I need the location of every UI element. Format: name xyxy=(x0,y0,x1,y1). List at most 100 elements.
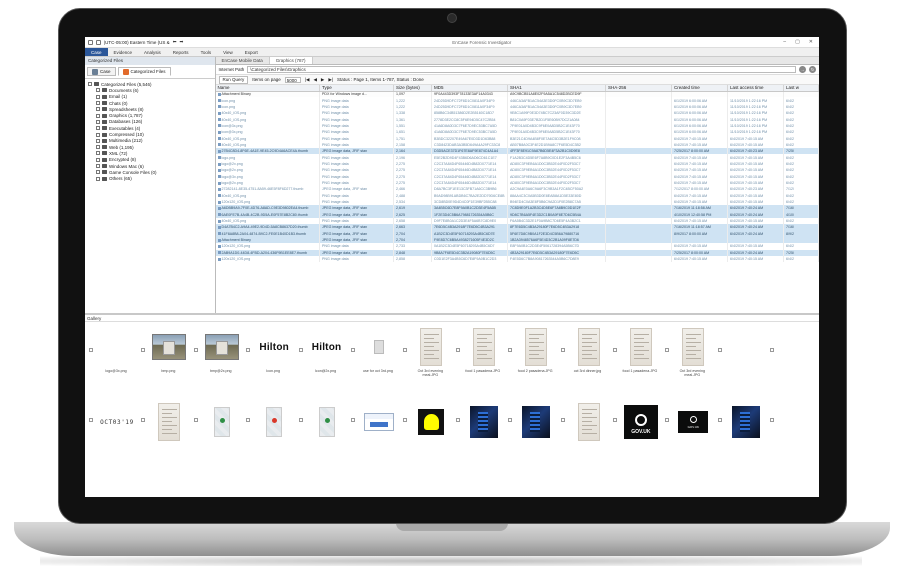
first-page-icon[interactable]: |◀ xyxy=(305,77,310,83)
thumbnail[interactable] xyxy=(518,327,554,367)
gallery-item[interactable] xyxy=(766,324,818,386)
menu-view[interactable]: View xyxy=(217,48,239,56)
gallery-item[interactable] xyxy=(190,399,242,461)
gallery-checkbox[interactable] xyxy=(508,348,513,352)
tree-checkbox[interactable] xyxy=(96,101,100,106)
tree-checkbox[interactable] xyxy=(96,176,100,181)
close-icon[interactable]: ✕ xyxy=(806,39,816,45)
gallery-item[interactable]: food 1 pasadena.JPG xyxy=(609,324,661,386)
gallery-item[interactable] xyxy=(714,399,766,461)
gallery-item[interactable] xyxy=(347,399,399,461)
tree-node[interactable]: Others (65) xyxy=(88,175,212,181)
gallery-checkbox[interactable] xyxy=(612,418,617,422)
gallery-checkbox[interactable] xyxy=(770,348,775,352)
thumbnail[interactable] xyxy=(675,327,711,367)
gallery-checkbox[interactable] xyxy=(455,348,460,352)
path-input[interactable]: \Categorized Files\Graphics xyxy=(247,66,796,73)
gallery-item[interactable]: food 1 pasadena.JPG xyxy=(452,324,504,386)
gallery-checkbox[interactable] xyxy=(560,348,565,352)
tree-checkbox[interactable] xyxy=(96,107,100,112)
gallery-checkbox[interactable] xyxy=(298,348,303,352)
thumbnail[interactable] xyxy=(309,402,345,442)
tree-checkbox[interactable] xyxy=(96,113,100,118)
tree-checkbox[interactable] xyxy=(96,138,100,143)
prev-page-icon[interactable]: ◀ xyxy=(313,77,316,83)
gallery-item[interactable]: Hilton Icon@2x.png xyxy=(295,324,347,386)
gallery-item[interactable]: OCT03'19 xyxy=(85,399,137,461)
next-page-icon[interactable]: ▶ xyxy=(321,77,324,83)
last-page-icon[interactable]: ▶| xyxy=(328,77,333,83)
menu-reports[interactable]: Reports xyxy=(167,48,195,56)
menu-tools[interactable]: Tools xyxy=(195,48,218,56)
thumbnail[interactable] xyxy=(780,327,816,367)
gallery-checkbox[interactable] xyxy=(246,348,251,352)
thumbnail[interactable] xyxy=(466,402,502,442)
gallery-item[interactable]: bmp.png xyxy=(137,324,189,386)
thumbnail[interactable] xyxy=(413,402,449,442)
refresh-icon[interactable]: ↻ xyxy=(809,66,816,73)
gallery-checkbox[interactable] xyxy=(89,348,93,352)
gallery-checkbox[interactable] xyxy=(717,418,722,422)
thumbnail[interactable] xyxy=(780,402,816,442)
menu-evidence[interactable]: Evidence xyxy=(108,48,139,56)
gallery-item[interactable]: use for oct 3rd.png xyxy=(347,324,399,386)
back-arrow-icon[interactable]: ⬅ xyxy=(173,39,177,45)
thumbnail[interactable] xyxy=(151,402,187,442)
tab-categorized-files[interactable]: Categorized Files xyxy=(117,67,171,76)
thumbnail[interactable] xyxy=(99,327,135,367)
tab-mobile-data[interactable]: EnCase Mobile Data xyxy=(216,57,270,64)
menu-case[interactable]: Case xyxy=(85,48,108,56)
gallery-checkbox[interactable] xyxy=(403,348,408,352)
gallery-item[interactable] xyxy=(766,399,818,461)
tree-checkbox[interactable] xyxy=(96,164,100,168)
gallery-item[interactable] xyxy=(295,399,347,461)
gallery-checkbox[interactable] xyxy=(141,418,146,422)
gallery-checkbox[interactable] xyxy=(350,418,355,422)
gallery-item[interactable] xyxy=(557,399,609,461)
tree-checkbox[interactable] xyxy=(96,126,100,131)
gallery-checkbox[interactable] xyxy=(770,418,775,422)
thumbnail[interactable] xyxy=(361,327,397,367)
thumbnail[interactable] xyxy=(571,402,607,442)
gallery-item[interactable]: Oct 3rd evening meal.JPG xyxy=(661,324,713,386)
tree-checkbox[interactable] xyxy=(96,88,100,93)
gallery-checkbox[interactable] xyxy=(665,418,670,422)
tree-checkbox[interactable] xyxy=(88,82,92,87)
gallery-item[interactable]: oct 3rd dinner.jpg xyxy=(557,324,609,386)
thumbnail[interactable]: Hilton xyxy=(309,327,345,367)
gallery-checkbox[interactable] xyxy=(246,418,251,422)
gallery-item[interactable]: GOV.UK xyxy=(609,399,661,461)
thumbnail[interactable] xyxy=(466,327,502,367)
thumbnail[interactable] xyxy=(204,327,240,367)
tree-checkbox[interactable] xyxy=(96,119,100,124)
gallery-checkbox[interactable] xyxy=(193,348,198,352)
items-on-page-input[interactable]: 5000 xyxy=(284,76,301,83)
thumbnail[interactable] xyxy=(518,402,554,442)
gallery-checkbox[interactable] xyxy=(403,418,408,422)
gallery-item[interactable]: Hilton Icon.png xyxy=(242,324,294,386)
thumbnail[interactable] xyxy=(728,327,764,367)
thumbnail[interactable] xyxy=(728,402,764,442)
gallery-checkbox[interactable] xyxy=(717,348,722,352)
tab-case[interactable]: Case xyxy=(87,67,116,76)
gallery-checkbox[interactable] xyxy=(89,418,93,422)
gallery-item[interactable]: bmp@2x.png xyxy=(190,324,242,386)
thumbnail[interactable]: Hilton xyxy=(256,327,292,367)
gallery-item[interactable]: logo@3x.png xyxy=(85,324,137,386)
forward-arrow-icon[interactable]: ➡ xyxy=(179,39,183,45)
thumbnail[interactable] xyxy=(256,402,292,442)
thumbnail[interactable]: GOV.UK xyxy=(623,402,659,442)
menu-analysis[interactable]: Analysis xyxy=(138,48,167,56)
save-icon[interactable] xyxy=(96,39,101,45)
gallery-item[interactable] xyxy=(452,399,504,461)
gallery-item[interactable] xyxy=(504,399,556,461)
gallery-checkbox[interactable] xyxy=(612,348,617,352)
gallery-item[interactable] xyxy=(714,324,766,386)
tab-graphics[interactable]: Graphics (787) xyxy=(269,57,313,64)
tree-checkbox[interactable] xyxy=(96,132,100,137)
gallery-item[interactable] xyxy=(242,399,294,461)
thumbnail[interactable] xyxy=(204,402,240,442)
gallery-checkbox[interactable] xyxy=(455,418,460,422)
gallery-item[interactable]: Oct 3rd evening meal.JPG xyxy=(399,324,451,386)
go-icon[interactable]: → xyxy=(799,66,806,73)
